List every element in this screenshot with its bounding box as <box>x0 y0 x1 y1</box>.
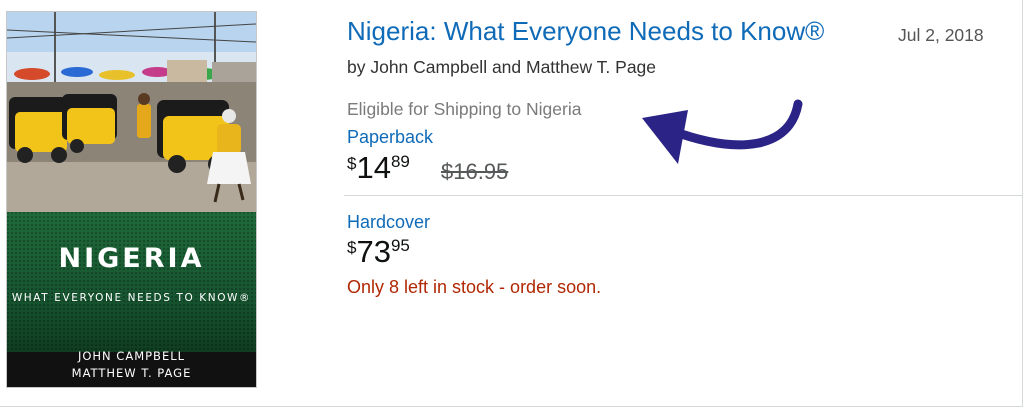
shipping-eligibility-note: Eligible for Shipping to Nigeria <box>347 99 582 119</box>
curved-arrow-icon <box>642 99 803 164</box>
book-cover-image[interactable] <box>7 12 256 387</box>
price-paperback: $1489 <box>347 150 410 185</box>
price-hardcover: $7395 <box>347 234 410 269</box>
cover-photo <box>7 12 256 212</box>
format-link-paperback[interactable]: Paperback <box>347 127 433 148</box>
cover-author-2: MATTHEW T. PAGE <box>71 366 192 380</box>
cover-author-1: JOHN CAMPBELL <box>77 349 186 363</box>
book-title-link[interactable]: Nigeria: What Everyone Needs to Know® <box>347 16 824 47</box>
format-divider <box>344 195 1022 196</box>
format-link-hardcover[interactable]: Hardcover <box>347 212 430 233</box>
publication-date: Jul 2, 2018 <box>898 25 984 45</box>
list-price-paperback: $16.95 <box>441 159 509 184</box>
cover-subtitle: WHAT EVERYONE NEEDS TO KNOW® <box>11 292 252 304</box>
author-byline: by John Campbell and Matthew T. Page <box>347 57 657 77</box>
stock-warning: Only 8 left in stock - order soon. <box>347 277 602 297</box>
cover-title-panel <box>7 212 256 352</box>
cover-title: NIGERIA <box>58 243 205 274</box>
